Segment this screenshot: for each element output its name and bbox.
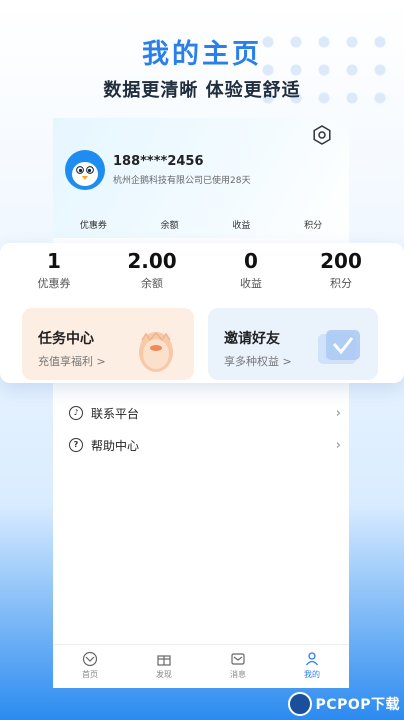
- tab-messages[interactable]: 消息: [201, 645, 275, 688]
- mini-label: 优惠券: [79, 221, 107, 231]
- verified-badge-icon: [318, 330, 360, 364]
- pcpop-logo-icon: [287, 692, 312, 716]
- penguin-icon: [72, 162, 98, 186]
- chevron-right-icon: ›: [335, 437, 341, 453]
- menu-item-label: 联系平台: [91, 406, 140, 421]
- phone-screen: 188****2456 杭州企鹅科技有限公司已使用28天 优惠券 余额 收益 积…: [53, 118, 349, 688]
- stat-value: 0: [244, 249, 258, 273]
- watermark: PCPOP下载: [287, 692, 400, 716]
- home-icon: [82, 651, 98, 667]
- page-subtitle: 数据更清晰 体验更舒适: [103, 80, 301, 101]
- page-title: 我的主页: [142, 39, 262, 70]
- avatar[interactable]: [65, 150, 105, 190]
- tab-label: 我的: [304, 670, 320, 679]
- mini-label: 收益: [232, 221, 251, 231]
- card-subtitle: 享多种权益 >: [224, 355, 292, 368]
- task-center-card[interactable]: 任务中心 充值享福利 >: [22, 308, 194, 380]
- card-title: 邀请好友: [224, 331, 280, 347]
- stat-points[interactable]: 200 积分: [306, 249, 376, 291]
- help-icon: ?: [69, 438, 83, 452]
- user-icon: [305, 652, 319, 666]
- stat-value: 200: [320, 249, 362, 273]
- settings-icon[interactable]: [312, 125, 332, 145]
- tab-discover[interactable]: 发现: [127, 645, 201, 688]
- stat-label: 收益: [240, 277, 262, 290]
- message-icon: [231, 653, 245, 665]
- tab-label: 消息: [230, 670, 246, 679]
- headset-icon: ♪: [69, 406, 83, 420]
- tab-home[interactable]: 首页: [53, 645, 127, 688]
- mini-stat-labels: 优惠券 余额 收益 积分: [53, 218, 349, 231]
- stats-card: 1 优惠券 2.00 余额 0 收益 200 积分 任务中心 充值享福利 > 邀…: [0, 243, 404, 383]
- card-title: 任务中心: [38, 331, 94, 347]
- stat-label: 积分: [330, 277, 352, 290]
- stat-earnings[interactable]: 0 收益: [216, 249, 286, 291]
- stat-coupons[interactable]: 1 优惠券: [19, 249, 89, 291]
- menu-item-contact[interactable]: ♪ 联系平台 ›: [69, 400, 341, 426]
- mini-label: 余额: [160, 221, 179, 231]
- tab-mine[interactable]: 我的: [275, 645, 349, 688]
- bottom-tab-bar: 首页 发现 消息 我的: [53, 644, 349, 688]
- invite-friends-card[interactable]: 邀请好友 享多种权益 >: [208, 308, 378, 380]
- stat-label: 余额: [141, 277, 163, 290]
- phone-number: 188****2456: [113, 154, 204, 169]
- menu-item-label: 帮助中心: [91, 438, 140, 453]
- company-info: 杭州企鹅科技有限公司已使用28天: [113, 176, 251, 186]
- gift-icon: [157, 655, 171, 666]
- stat-label: 优惠券: [37, 277, 71, 290]
- mini-label: 积分: [304, 221, 323, 231]
- stat-balance[interactable]: 2.00 余额: [117, 249, 187, 291]
- menu-item-help[interactable]: ? 帮助中心 ›: [69, 432, 341, 458]
- card-subtitle: 充值享福利 >: [38, 355, 106, 368]
- tab-label: 首页: [82, 670, 98, 679]
- chevron-right-icon: ›: [335, 405, 341, 421]
- egg-icon: [139, 331, 173, 372]
- stat-value: 2.00: [127, 249, 177, 273]
- tab-label: 发现: [156, 670, 172, 679]
- stat-value: 1: [47, 249, 61, 273]
- watermark-text: PCPOP下载: [315, 697, 400, 713]
